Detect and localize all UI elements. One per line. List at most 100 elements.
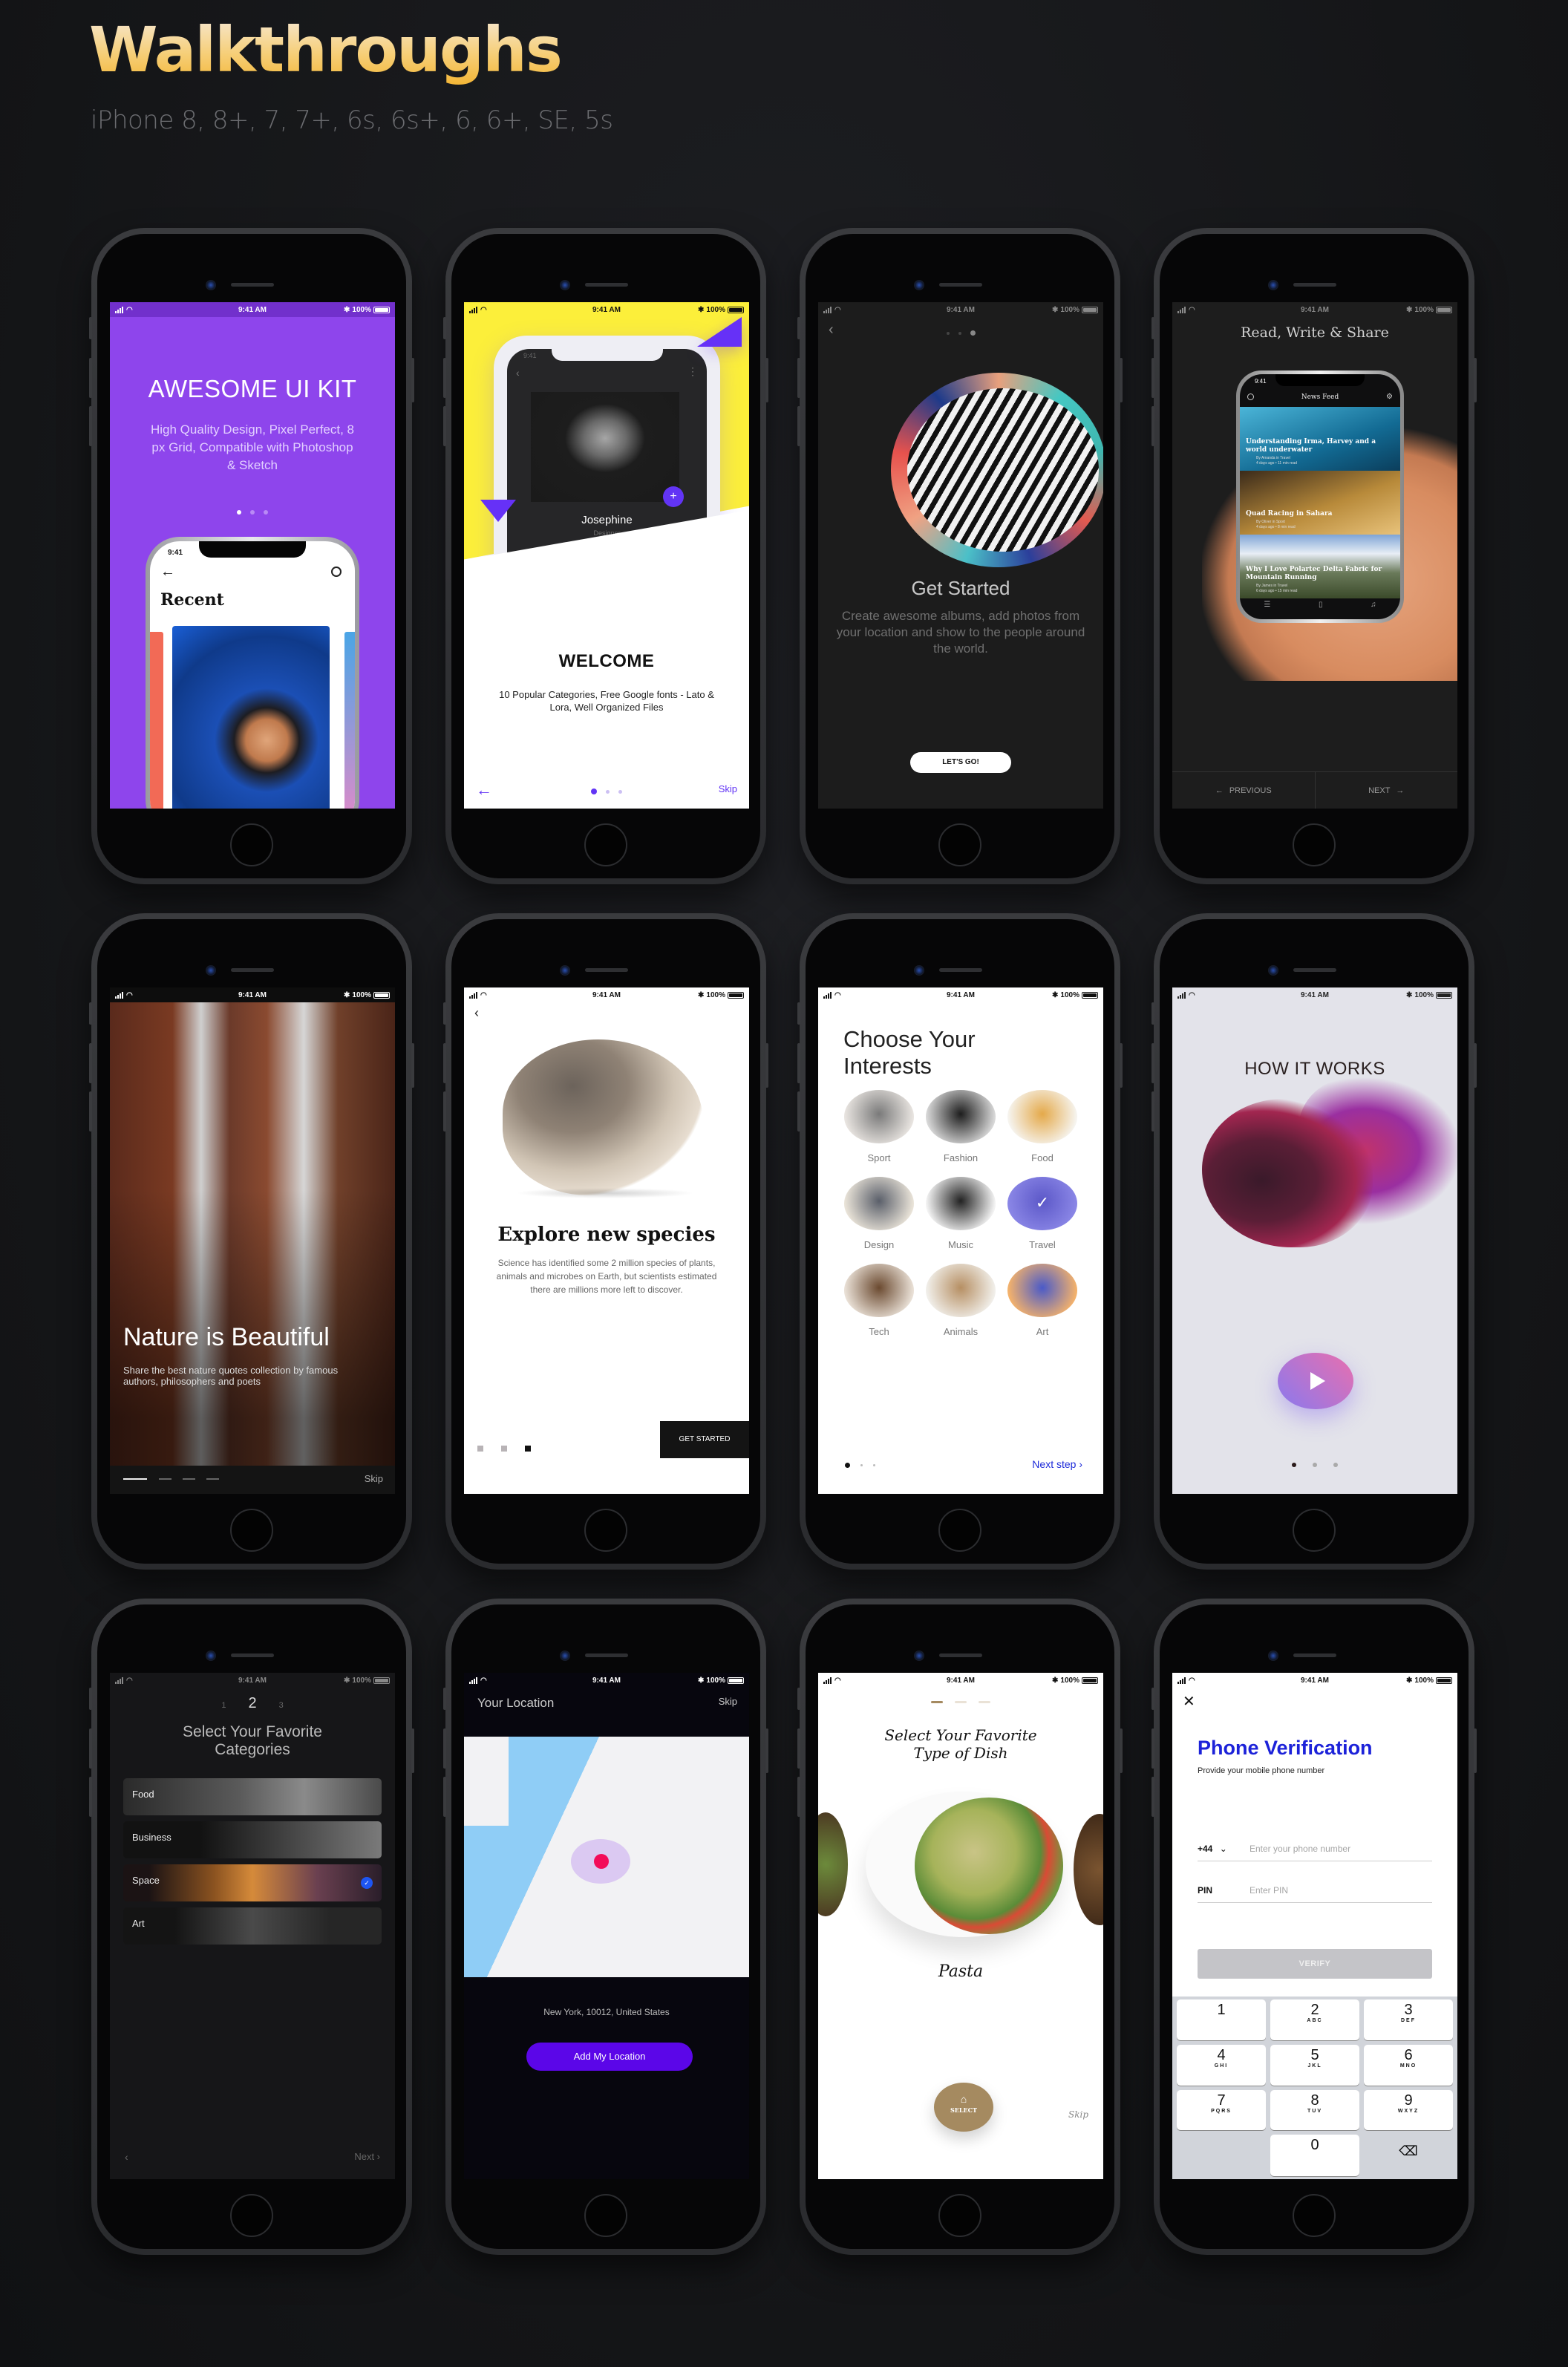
page-dot[interactable] [958, 331, 961, 335]
interest-item[interactable]: Fashion [925, 1090, 996, 1163]
step[interactable]: 3 [279, 1701, 284, 1710]
page-dot[interactable] [250, 510, 255, 515]
keypad-key[interactable]: 4 GHI [1177, 2044, 1266, 2086]
page-dot[interactable] [1333, 1463, 1338, 1467]
dish-image-prev[interactable] [818, 1812, 848, 1916]
chevron-left-icon[interactable]: ‹ [125, 2151, 128, 2163]
skip-button[interactable]: Skip [365, 1473, 383, 1484]
step-current[interactable]: 2 [248, 1695, 256, 1712]
previous-button[interactable]: ← PREVIOUS [1172, 772, 1316, 809]
chevron-left-icon[interactable]: ‹ [474, 1005, 479, 1021]
page-square-active[interactable] [525, 1446, 531, 1452]
home-button[interactable] [1293, 1509, 1336, 1552]
keypad-key[interactable]: 2 ABC [1270, 1999, 1359, 2040]
page-dot-active[interactable] [970, 330, 976, 336]
page-square[interactable] [477, 1446, 483, 1452]
keypad-key[interactable]: 3 DEF [1364, 1999, 1453, 2040]
page-dash[interactable] [183, 1478, 195, 1480]
interest-item[interactable]: Food [1007, 1090, 1078, 1163]
interest-item[interactable]: Animals [925, 1264, 996, 1337]
interest-item[interactable]: ✓ Travel [1007, 1177, 1078, 1250]
keypad-key[interactable]: 5 JKL [1270, 2044, 1359, 2086]
home-button[interactable] [230, 823, 273, 866]
home-button[interactable] [938, 2194, 981, 2237]
get-started-button[interactable]: GET STARTED [660, 1421, 749, 1458]
dish-image[interactable] [915, 1798, 1063, 1934]
skip-button[interactable]: Skip [719, 783, 737, 794]
home-button[interactable] [584, 1509, 627, 1552]
page-dash[interactable] [159, 1478, 172, 1480]
page-dot[interactable] [873, 1464, 875, 1466]
page-dot[interactable] [946, 331, 950, 335]
keypad-key[interactable]: 1 [1177, 1999, 1266, 2040]
verify-button[interactable]: VERIFY [1198, 1949, 1432, 1979]
page-dot[interactable] [618, 789, 622, 794]
page-dot[interactable] [606, 789, 610, 794]
category-card[interactable]: Art [123, 1907, 382, 1945]
pin-input[interactable] [1250, 1884, 1428, 1896]
keypad-key[interactable]: 7 PQRS [1177, 2089, 1266, 2131]
key-digit: 6 [1404, 2046, 1413, 2063]
interest-item[interactable]: Art [1007, 1264, 1078, 1337]
keypad-key[interactable]: 8 TUV [1270, 2089, 1359, 2131]
add-location-button[interactable]: Add My Location [526, 2043, 693, 2071]
page-dot[interactable] [264, 510, 268, 515]
phone-number-input[interactable] [1250, 1843, 1428, 1854]
category-card[interactable]: Food [123, 1778, 382, 1815]
next-step-button[interactable]: Next step › [1032, 1458, 1082, 1470]
page-dot-active[interactable] [1292, 1463, 1296, 1467]
page-dot[interactable] [860, 1464, 863, 1466]
page-dash[interactable] [206, 1478, 219, 1480]
page-bar-active[interactable] [931, 1701, 943, 1703]
map-view[interactable] [464, 1737, 749, 1977]
backspace-key[interactable]: ⌫ [1364, 2135, 1453, 2176]
signal-icon [823, 1677, 832, 1684]
page-dot-active[interactable] [237, 510, 241, 515]
power-button [1474, 1043, 1477, 1088]
category-card[interactable]: Space ✓ [123, 1864, 382, 1901]
page-bar[interactable] [979, 1701, 990, 1703]
interest-image [844, 1090, 914, 1143]
screen-phone-verification: ◠ 9:41 AM ✱ 100% ✕ Phone Verification Pr… [1172, 1673, 1457, 2179]
phone-frame: ◠ 9:41 AM ✱ 100% 9:41 ‹ ⋮ + Josephine De… [443, 228, 768, 884]
country-code-select[interactable]: +44 ⌄ [1198, 1844, 1250, 1854]
home-button[interactable] [230, 1509, 273, 1552]
dish-image-next[interactable] [1074, 1814, 1103, 1925]
interest-item[interactable]: Tech [843, 1264, 915, 1337]
home-button[interactable] [1293, 2194, 1336, 2237]
page-dot-active[interactable] [845, 1463, 850, 1468]
lets-go-button[interactable]: LET'S GO! [910, 752, 1011, 773]
page-bar[interactable] [955, 1701, 967, 1703]
page-dot-active[interactable] [591, 789, 597, 794]
home-button[interactable] [584, 2194, 627, 2237]
mute-switch [443, 1688, 446, 1710]
home-button[interactable] [938, 1509, 981, 1552]
location-pin-icon[interactable] [594, 1854, 609, 1869]
category-card[interactable]: Business [123, 1821, 382, 1858]
front-camera [914, 965, 924, 976]
page-dash-active[interactable] [123, 1478, 147, 1480]
home-button[interactable] [584, 823, 627, 866]
earpiece-speaker [231, 1653, 274, 1657]
search-icon [331, 567, 342, 577]
select-button[interactable]: ⌂ SELECT [934, 2083, 993, 2132]
skip-button[interactable]: Skip [1068, 2109, 1088, 2120]
next-button[interactable]: Next › [354, 2151, 380, 2162]
play-button[interactable] [1278, 1353, 1353, 1409]
keypad-key[interactable]: 0 [1270, 2135, 1359, 2176]
next-button[interactable]: NEXT → [1316, 772, 1458, 809]
page-dot[interactable] [1313, 1463, 1317, 1467]
interest-item[interactable]: Music [925, 1177, 996, 1250]
step[interactable]: 1 [221, 1701, 226, 1710]
keypad-key[interactable]: 6 MNO [1364, 2044, 1453, 2086]
volume-down-button [443, 1777, 446, 1817]
close-icon[interactable]: ✕ [1183, 1692, 1195, 1711]
keypad-key[interactable]: 9 WXYZ [1364, 2089, 1453, 2131]
skip-button[interactable]: Skip [719, 1696, 737, 1707]
home-button[interactable] [230, 2194, 273, 2237]
page-square[interactable] [501, 1446, 507, 1452]
interest-item[interactable]: Sport [843, 1090, 915, 1163]
home-button[interactable] [938, 823, 981, 866]
home-button[interactable] [1293, 823, 1336, 866]
interest-item[interactable]: Design [843, 1177, 915, 1250]
